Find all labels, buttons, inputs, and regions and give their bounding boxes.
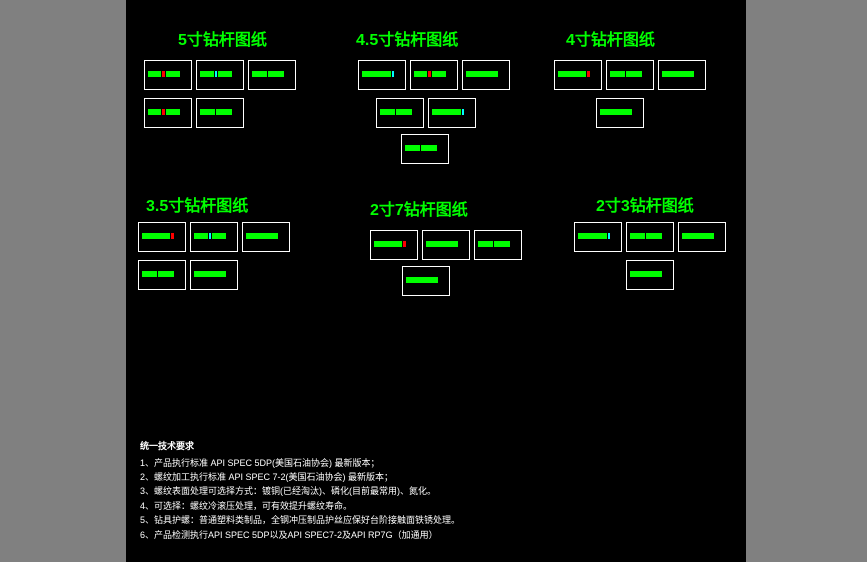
drawing-thumb[interactable] <box>626 222 674 252</box>
drawing-thumb[interactable] <box>606 60 654 90</box>
notes-title: 统一技术要求 <box>140 439 460 453</box>
drawing-thumb[interactable] <box>144 60 192 90</box>
drawing-thumb[interactable] <box>678 222 726 252</box>
drawing-thumb[interactable] <box>242 222 290 252</box>
drawing-thumb[interactable] <box>410 60 458 90</box>
drawing-thumb[interactable] <box>196 60 244 90</box>
section-title-5: 5寸钻杆图纸 <box>178 26 267 50</box>
drawing-thumb[interactable] <box>402 266 450 296</box>
section-title-4: 4寸钻杆图纸 <box>566 26 655 50</box>
drawing-thumb[interactable] <box>138 260 186 290</box>
drawing-thumb[interactable] <box>376 98 424 128</box>
cad-drawing-canvas[interactable]: 5寸钻杆图纸 4.5寸钻杆图纸 4寸钻杆图纸 3.5寸钻杆图纸 <box>126 0 746 562</box>
section-title-35: 3.5寸钻杆图纸 <box>146 192 248 216</box>
drawing-thumb[interactable] <box>596 98 644 128</box>
drawing-thumb[interactable] <box>554 60 602 90</box>
drawing-thumb[interactable] <box>474 230 522 260</box>
drawing-thumb[interactable] <box>574 222 622 252</box>
drawing-thumb[interactable] <box>370 230 418 260</box>
drawing-thumb[interactable] <box>248 60 296 90</box>
drawing-thumb[interactable] <box>196 98 244 128</box>
drawing-thumb[interactable] <box>401 134 449 164</box>
section-title-45: 4.5寸钻杆图纸 <box>356 26 458 50</box>
drawing-thumb[interactable] <box>190 222 238 252</box>
drawing-thumb[interactable] <box>658 60 706 90</box>
section-title-27: 2寸7钻杆图纸 <box>370 196 468 220</box>
drawing-thumb[interactable] <box>462 60 510 90</box>
drawing-thumb[interactable] <box>144 98 192 128</box>
technical-notes: 统一技术要求 1、产品执行标准 API SPEC 5DP(美国石油协会) 最新版… <box>140 439 460 542</box>
notes-line: 2、螺纹加工执行标准 API SPEC 7-2(美国石油协会) 最新版本； <box>140 470 460 484</box>
drawing-thumb[interactable] <box>422 230 470 260</box>
drawing-thumb[interactable] <box>626 260 674 290</box>
drawing-thumb[interactable] <box>190 260 238 290</box>
notes-line: 3、螺纹表面处理可选择方式：镀铜(已经淘汰)、磷化(目前最常用)、氮化。 <box>140 484 460 498</box>
notes-line: 6、产品检测执行API SPEC 5DP以及API SPEC7-2及API RP… <box>140 528 460 542</box>
notes-line: 5、钻具护螺：普通塑料类制品，全钢冲压制品护丝应保好台阶接触面铁锈处理。 <box>140 513 460 527</box>
drawing-thumb[interactable] <box>138 222 186 252</box>
drawing-thumb[interactable] <box>358 60 406 90</box>
section-title-23: 2寸3钻杆图纸 <box>596 192 694 216</box>
drawing-thumb[interactable] <box>428 98 476 128</box>
notes-line: 1、产品执行标准 API SPEC 5DP(美国石油协会) 最新版本； <box>140 456 460 470</box>
notes-line: 4、可选择：螺纹冷滚压处理，可有效提升螺纹寿命。 <box>140 499 460 513</box>
